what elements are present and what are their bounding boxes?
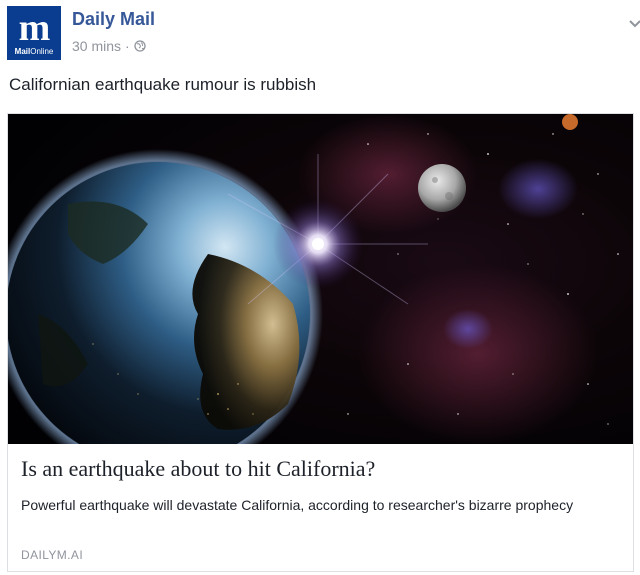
link-description: Powerful earthquake will devastate Calif…	[21, 497, 574, 513]
post-header: m MailOnline Daily Mail 30 mins ·	[7, 6, 640, 62]
post-text: Californian earthquake rumour is rubbish	[9, 75, 317, 94]
avatar-logo-letter: m	[18, 7, 51, 49]
globe-icon	[134, 40, 146, 52]
link-domain: DAILYM.AI	[21, 548, 84, 562]
avatar[interactable]: m MailOnline	[7, 6, 61, 60]
facebook-post: m MailOnline Daily Mail 30 mins · Califo…	[0, 0, 640, 575]
meta-separator: ·	[125, 38, 130, 54]
link-preview-card[interactable]: Is an earthquake about to hit California…	[7, 113, 634, 572]
page-name-link[interactable]: Daily Mail	[72, 9, 155, 30]
avatar-logo-subtext: MailOnline	[14, 47, 54, 56]
space-earth-image	[8, 114, 633, 444]
timestamp-link[interactable]: 30 mins	[72, 38, 121, 54]
chevron-down-icon[interactable]	[629, 20, 640, 28]
post-meta: 30 mins ·	[72, 38, 146, 54]
link-title[interactable]: Is an earthquake about to hit California…	[21, 456, 375, 482]
link-preview-image[interactable]	[8, 114, 633, 444]
